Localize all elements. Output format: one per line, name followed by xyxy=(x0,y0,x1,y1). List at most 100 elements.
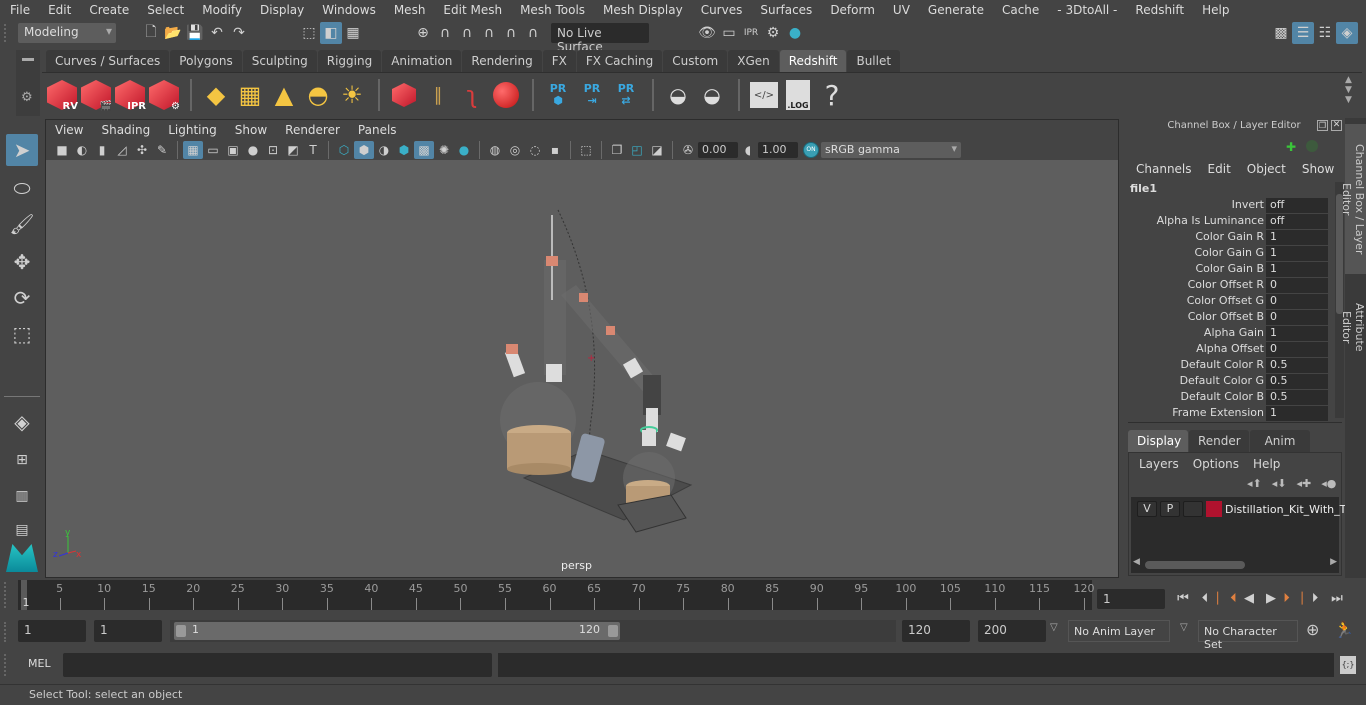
attribute-name[interactable]: Color Offset B xyxy=(1188,310,1264,323)
attribute-name[interactable]: Color Offset R xyxy=(1188,278,1264,291)
render-current-icon[interactable]: ▭ xyxy=(718,22,740,44)
rs-render-settings-button[interactable]: ⚙ xyxy=(148,78,180,112)
rs-proxy-swap-button[interactable]: PR ⇄ xyxy=(610,78,642,112)
current-frame-field[interactable]: 1 xyxy=(1097,589,1165,609)
attribute-value[interactable]: 0.5 xyxy=(1266,390,1328,405)
attribute-name[interactable]: Color Gain G xyxy=(1194,246,1264,259)
menu-edit-mesh[interactable]: Edit Mesh xyxy=(434,3,511,17)
playback-start-field[interactable]: 1 xyxy=(94,620,162,642)
layer-tab-anim[interactable]: Anim xyxy=(1250,430,1310,452)
layer-menu-help[interactable]: Help xyxy=(1253,457,1280,471)
attribute-row[interactable]: Default Color G 0.5 xyxy=(1124,374,1334,390)
rs-volume-button[interactable] xyxy=(388,78,420,112)
select-tool-icon[interactable]: ➤ xyxy=(6,134,38,166)
rotate-tool-icon[interactable]: ⟳ xyxy=(6,282,38,314)
display-type-toggle[interactable] xyxy=(1183,501,1203,517)
menu-edit[interactable]: Edit xyxy=(39,3,80,17)
new-scene-icon[interactable]: 🗋 xyxy=(140,22,162,44)
shelf-tabs-menu-icon[interactable] xyxy=(22,58,34,61)
close-icon[interactable]: ✕ xyxy=(1331,120,1342,131)
field-chart-icon[interactable]: ⊡ xyxy=(263,141,283,159)
range-start-handle[interactable] xyxy=(176,625,186,637)
channel-box-toggle-icon[interactable]: ◈ xyxy=(1336,22,1358,44)
attribute-value[interactable]: 1 xyxy=(1266,262,1328,277)
attribute-value[interactable]: 0.5 xyxy=(1266,374,1328,389)
command-input[interactable] xyxy=(63,653,492,677)
create-empty-layer-icon[interactable]: ◂✚ xyxy=(1297,477,1312,490)
visibility-toggle[interactable]: V xyxy=(1137,501,1157,517)
wireframe-on-shaded-icon[interactable]: ⬢ xyxy=(394,141,414,159)
xray-joints-icon[interactable]: ◪ xyxy=(647,141,667,159)
attribute-name[interactable]: Frame Extension xyxy=(1172,406,1264,419)
menu-generate[interactable]: Generate xyxy=(919,3,993,17)
grid-icon[interactable]: ▦ xyxy=(183,141,203,159)
tab-fx[interactable]: FX xyxy=(542,50,576,72)
isolate-select-icon[interactable]: ⬚ xyxy=(576,141,596,159)
snap-curve-icon[interactable]: ∩ xyxy=(434,22,456,44)
attribute-row[interactable]: Color Offset B0 xyxy=(1124,310,1334,326)
step-forward-key-icon[interactable]: ⏵⎹ xyxy=(1282,587,1304,609)
grease-pencil-icon[interactable]: ✎ xyxy=(152,141,172,159)
attribute-name[interactable]: Alpha Is Luminance xyxy=(1157,214,1264,227)
step-back-frame-icon[interactable]: ⏴ xyxy=(1194,587,1216,609)
menu-3dtoall[interactable]: - 3DtoAll - xyxy=(1048,3,1126,17)
gamma-icon[interactable]: ◖ xyxy=(738,141,758,159)
attribute-row[interactable]: Default Color B 0.5 xyxy=(1124,390,1334,406)
anim-layer-dropdown[interactable]: No Anim Layer xyxy=(1068,620,1170,642)
snap-point-icon[interactable]: ∩ xyxy=(456,22,478,44)
tab-fx-caching[interactable]: FX Caching xyxy=(576,50,663,72)
rs-sphere-button[interactable] xyxy=(490,78,522,112)
persp-graph-layout-icon[interactable]: ▤ xyxy=(6,514,38,546)
lasso-tool-icon[interactable]: ⬭ xyxy=(6,172,38,204)
gear-icon[interactable]: ⚙ xyxy=(21,90,33,105)
attribute-name[interactable]: Invert xyxy=(1232,198,1264,211)
camera-attributes-icon[interactable]: ◐ xyxy=(72,141,92,159)
tab-xgen[interactable]: XGen xyxy=(728,50,779,72)
live-surface-field[interactable]: No Live Surface xyxy=(551,23,649,54)
script-language-toggle[interactable]: MEL xyxy=(28,657,51,670)
rs-proxy-create-button[interactable]: PR ⬢ xyxy=(542,78,574,112)
ipr-render-icon[interactable]: IPR xyxy=(740,22,762,44)
rs-batch-render-button[interactable]: 🎬 xyxy=(80,78,112,112)
default-lighting-icon[interactable]: ◑ xyxy=(374,141,394,159)
speed-icon[interactable] xyxy=(1306,140,1318,152)
render-settings-icon[interactable]: ⚙ xyxy=(762,22,784,44)
play-backwards-icon[interactable]: ◀ xyxy=(1238,587,1260,609)
attribute-value[interactable]: 1 xyxy=(1266,406,1328,421)
exposure-icon[interactable]: ✇ xyxy=(678,141,698,159)
rs-baking-2-button[interactable]: ◒ xyxy=(696,78,728,112)
snap-grid-icon[interactable]: ⊕ xyxy=(412,22,434,44)
paint-select-tool-icon[interactable]: 🖌 xyxy=(6,208,38,240)
menu-create[interactable]: Create xyxy=(80,3,138,17)
animation-preferences-icon[interactable]: 🏃 xyxy=(1334,620,1354,639)
menu-modify[interactable]: Modify xyxy=(193,3,251,17)
attribute-name[interactable]: Default Color R xyxy=(1180,358,1264,371)
rs-sun-sky-button[interactable]: ☀ xyxy=(336,78,368,112)
resolution-gate-icon[interactable]: ▣ xyxy=(223,141,243,159)
layer-hscrollbar[interactable]: ◀ ▶ xyxy=(1133,557,1337,571)
attribute-value[interactable]: 0.5 xyxy=(1266,358,1328,373)
create-layer-from-selected-icon[interactable]: ◂● xyxy=(1321,477,1336,490)
menu-file[interactable]: File xyxy=(0,3,39,17)
script-editor-icon[interactable]: {;} xyxy=(1340,656,1356,674)
rs-area-light-button[interactable]: ◆ xyxy=(200,78,232,112)
tab-attribute-editor[interactable]: Attribute Editor xyxy=(1340,282,1366,372)
animation-end-field[interactable]: 200 xyxy=(978,620,1046,642)
attribute-name[interactable]: Color Gain B xyxy=(1195,262,1264,275)
tab-polygons[interactable]: Polygons xyxy=(170,50,242,72)
image-plane-icon[interactable]: ◿ xyxy=(112,141,132,159)
menu-surfaces[interactable]: Surfaces xyxy=(751,3,821,17)
modeling-toolkit-icon[interactable]: ▩ xyxy=(1270,22,1292,44)
depth-of-field-icon[interactable]: ▪ xyxy=(545,141,565,159)
select-by-hierarchy-icon[interactable]: ⬚ xyxy=(298,22,320,44)
shadows-icon[interactable]: ● xyxy=(454,141,474,159)
attribute-value[interactable]: 1 xyxy=(1266,230,1328,245)
attribute-row[interactable]: Alpha Gain 1 xyxy=(1124,326,1334,342)
viewport-menu-shading[interactable]: Shading xyxy=(92,123,159,137)
float-panel-icon[interactable]: ❐ xyxy=(1317,120,1328,131)
menu-help[interactable]: Help xyxy=(1193,3,1238,17)
screen-space-ao-icon[interactable]: ◍ xyxy=(485,141,505,159)
menu-mesh[interactable]: Mesh xyxy=(385,3,435,17)
go-to-end-icon[interactable]: ⏭ xyxy=(1326,587,1348,609)
attribute-value[interactable]: off xyxy=(1266,198,1328,213)
